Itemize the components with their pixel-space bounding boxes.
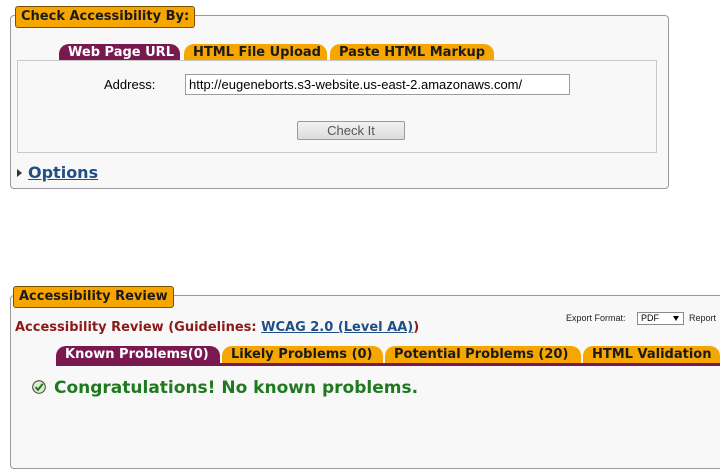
review-tab-underline bbox=[56, 363, 720, 366]
tab-web-page-url[interactable]: Web Page URL bbox=[59, 44, 180, 61]
tab-potential-problems[interactable]: Potential Problems (20) bbox=[385, 346, 581, 363]
wcag-guideline-link[interactable]: WCAG 2.0 (Level AA) bbox=[261, 320, 413, 335]
address-label: Address: bbox=[104, 77, 156, 92]
chevron-down-icon bbox=[673, 316, 679, 321]
expand-triangle-icon[interactable] bbox=[17, 169, 22, 177]
review-heading-suffix: ) bbox=[413, 320, 420, 335]
address-input[interactable] bbox=[185, 74, 570, 95]
accessibility-review-legend: Accessibility Review bbox=[13, 286, 174, 308]
review-heading: Accessibility Review (Guidelines: WCAG 2… bbox=[15, 320, 419, 335]
export-format-select[interactable]: PDF bbox=[637, 312, 684, 325]
checkmark-icon bbox=[32, 380, 46, 394]
congrats-message: Congratulations! No known problems. bbox=[54, 378, 419, 398]
check-it-button[interactable]: Check It bbox=[297, 121, 405, 140]
review-heading-prefix: Accessibility Review (Guidelines: bbox=[15, 320, 262, 335]
report-label[interactable]: Report bbox=[689, 313, 716, 323]
tab-html-file-upload[interactable]: HTML File Upload bbox=[184, 44, 327, 61]
export-format-value: PDF bbox=[641, 313, 659, 323]
tab-likely-problems[interactable]: Likely Problems (0) bbox=[222, 346, 383, 363]
tab-known-problems[interactable]: Known Problems(0) bbox=[56, 346, 220, 363]
export-format-label: Export Format: bbox=[566, 313, 626, 323]
options-link[interactable]: Options bbox=[28, 163, 98, 182]
tab-underline bbox=[17, 60, 657, 61]
tab-html-validation[interactable]: HTML Validation bbox=[583, 346, 720, 363]
check-accessibility-legend: Check Accessibility By: bbox=[15, 6, 196, 28]
tab-paste-html-markup[interactable]: Paste HTML Markup bbox=[330, 44, 494, 61]
